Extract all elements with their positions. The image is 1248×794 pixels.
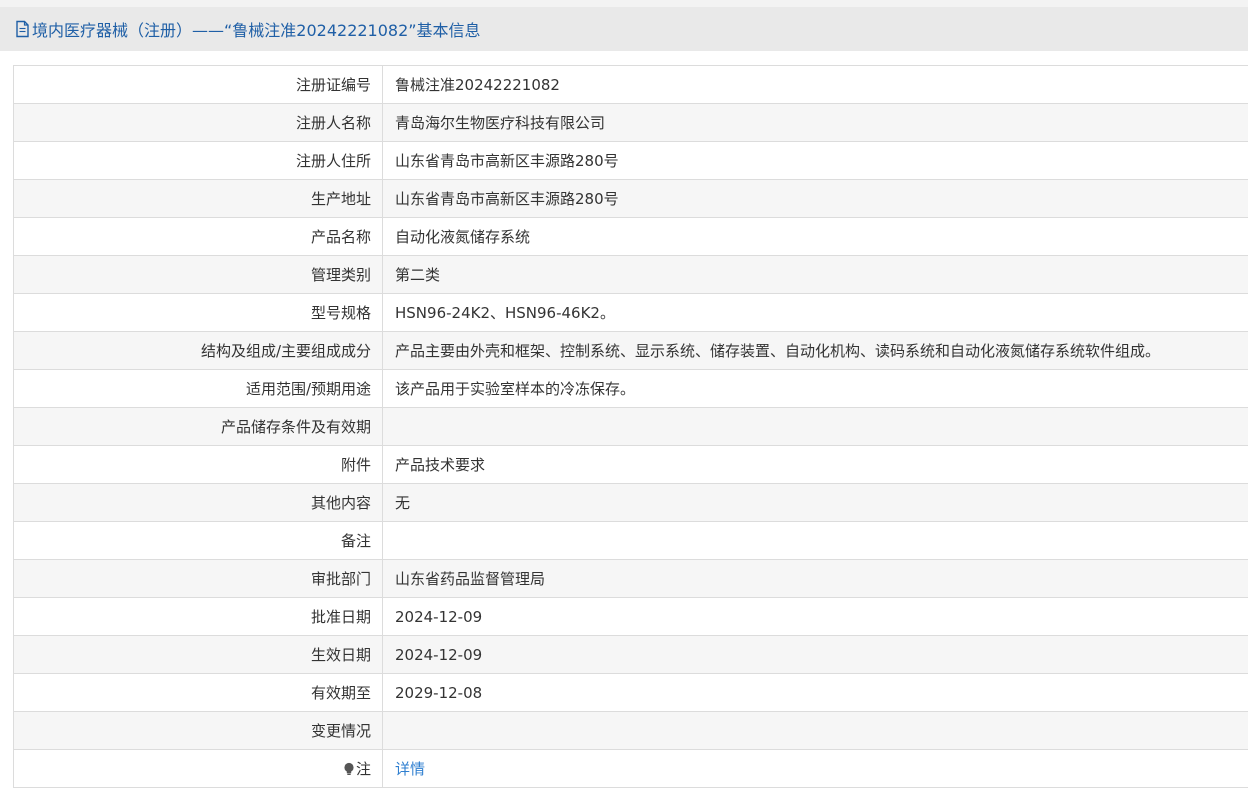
field-value: 青岛海尔生物医疗科技有限公司 [382,103,1248,142]
lightbulb-icon [343,762,355,776]
table-row: 生效日期 2024-12-09 [13,635,1248,674]
field-label: 变更情况 [13,711,383,750]
table-row: 注册人名称 青岛海尔生物医疗科技有限公司 [13,103,1248,142]
field-label: 有效期至 [13,673,383,712]
table-row: 管理类别 第二类 [13,255,1248,294]
table-row: 型号规格 HSN96-24K2、HSN96-46K2。 [13,293,1248,332]
field-label: 附件 [13,445,383,484]
table-row: 审批部门 山东省药品监督管理局 [13,559,1248,598]
table-row: 附件 产品技术要求 [13,445,1248,484]
field-label: 适用范围/预期用途 [13,369,383,408]
field-value: 鲁械注准20242221082 [382,65,1248,104]
field-label: 产品名称 [13,217,383,256]
field-label: 注册人住所 [13,141,383,180]
table-row: 变更情况 [13,711,1248,750]
field-label: 生产地址 [13,179,383,218]
top-strip [0,0,1248,7]
field-label: 注册证编号 [13,65,383,104]
field-value: 山东省青岛市高新区丰源路280号 [382,179,1248,218]
field-value: 产品技术要求 [382,445,1248,484]
document-icon [15,20,30,38]
field-value: 山东省青岛市高新区丰源路280号 [382,141,1248,180]
page-header: 境内医疗器械（注册）——“鲁械注准20242221082”基本信息 [0,7,1248,51]
info-table: 注册证编号 鲁械注准20242221082 注册人名称 青岛海尔生物医疗科技有限公司注… [13,65,1248,788]
field-label: 管理类别 [13,255,383,294]
field-label: 备注 [13,521,383,560]
field-value: 2024-12-09 [382,635,1248,674]
field-label: 生效日期 [13,635,383,674]
table-row: 生产地址 山东省青岛市高新区丰源路280号 [13,179,1248,218]
field-value [382,521,1248,560]
field-value: 第二类 [382,255,1248,294]
note-label-cell: 注 [13,749,383,788]
details-link[interactable]: 详情 [395,760,425,778]
table-row: 注册证编号 鲁械注准20242221082 [13,65,1248,104]
table-row: 其他内容无 [13,483,1248,522]
table-row: 批准日期 2024-12-09 [13,597,1248,636]
field-label: 其他内容 [13,483,383,522]
field-value: HSN96-24K2、HSN96-46K2。 [382,293,1248,332]
table-row: 备注 [13,521,1248,560]
field-label: 型号规格 [13,293,383,332]
table-row: 适用范围/预期用途 该产品用于实验室样本的冷冻保存。 [13,369,1248,408]
field-value: 自动化液氮储存系统 [382,217,1248,256]
note-value-cell: 详情 [382,749,1248,788]
note-row: 注 详情 [13,749,1248,788]
table-row: 结构及组成/主要组成成分 产品主要由外壳和框架、控制系统、显示系统、储存装置、自动… [13,331,1248,370]
field-value: 2024-12-09 [382,597,1248,636]
table-row: 产品名称 自动化液氮储存系统 [13,217,1248,256]
field-value: 该产品用于实验室样本的冷冻保存。 [382,369,1248,408]
table-row: 产品储存条件及有效期 [13,407,1248,446]
field-value: 产品主要由外壳和框架、控制系统、显示系统、储存装置、自动化机构、读码系统和自动化… [382,331,1248,370]
field-label: 结构及组成/主要组成成分 [13,331,383,370]
field-label: 注册人名称 [13,103,383,142]
table-row: 注册人住所 山东省青岛市高新区丰源路280号 [13,141,1248,180]
note-label: 注 [355,760,371,778]
field-value: 山东省药品监督管理局 [382,559,1248,598]
field-label: 产品储存条件及有效期 [13,407,383,446]
field-value [382,711,1248,750]
field-label: 批准日期 [13,597,383,636]
field-value [382,407,1248,446]
field-value: 无 [382,483,1248,522]
field-label: 审批部门 [13,559,383,598]
page-title: 境内医疗器械（注册）——“鲁械注准20242221082”基本信息 [32,21,481,40]
table-row: 有效期至 2029-12-08 [13,673,1248,712]
field-value: 2029-12-08 [382,673,1248,712]
